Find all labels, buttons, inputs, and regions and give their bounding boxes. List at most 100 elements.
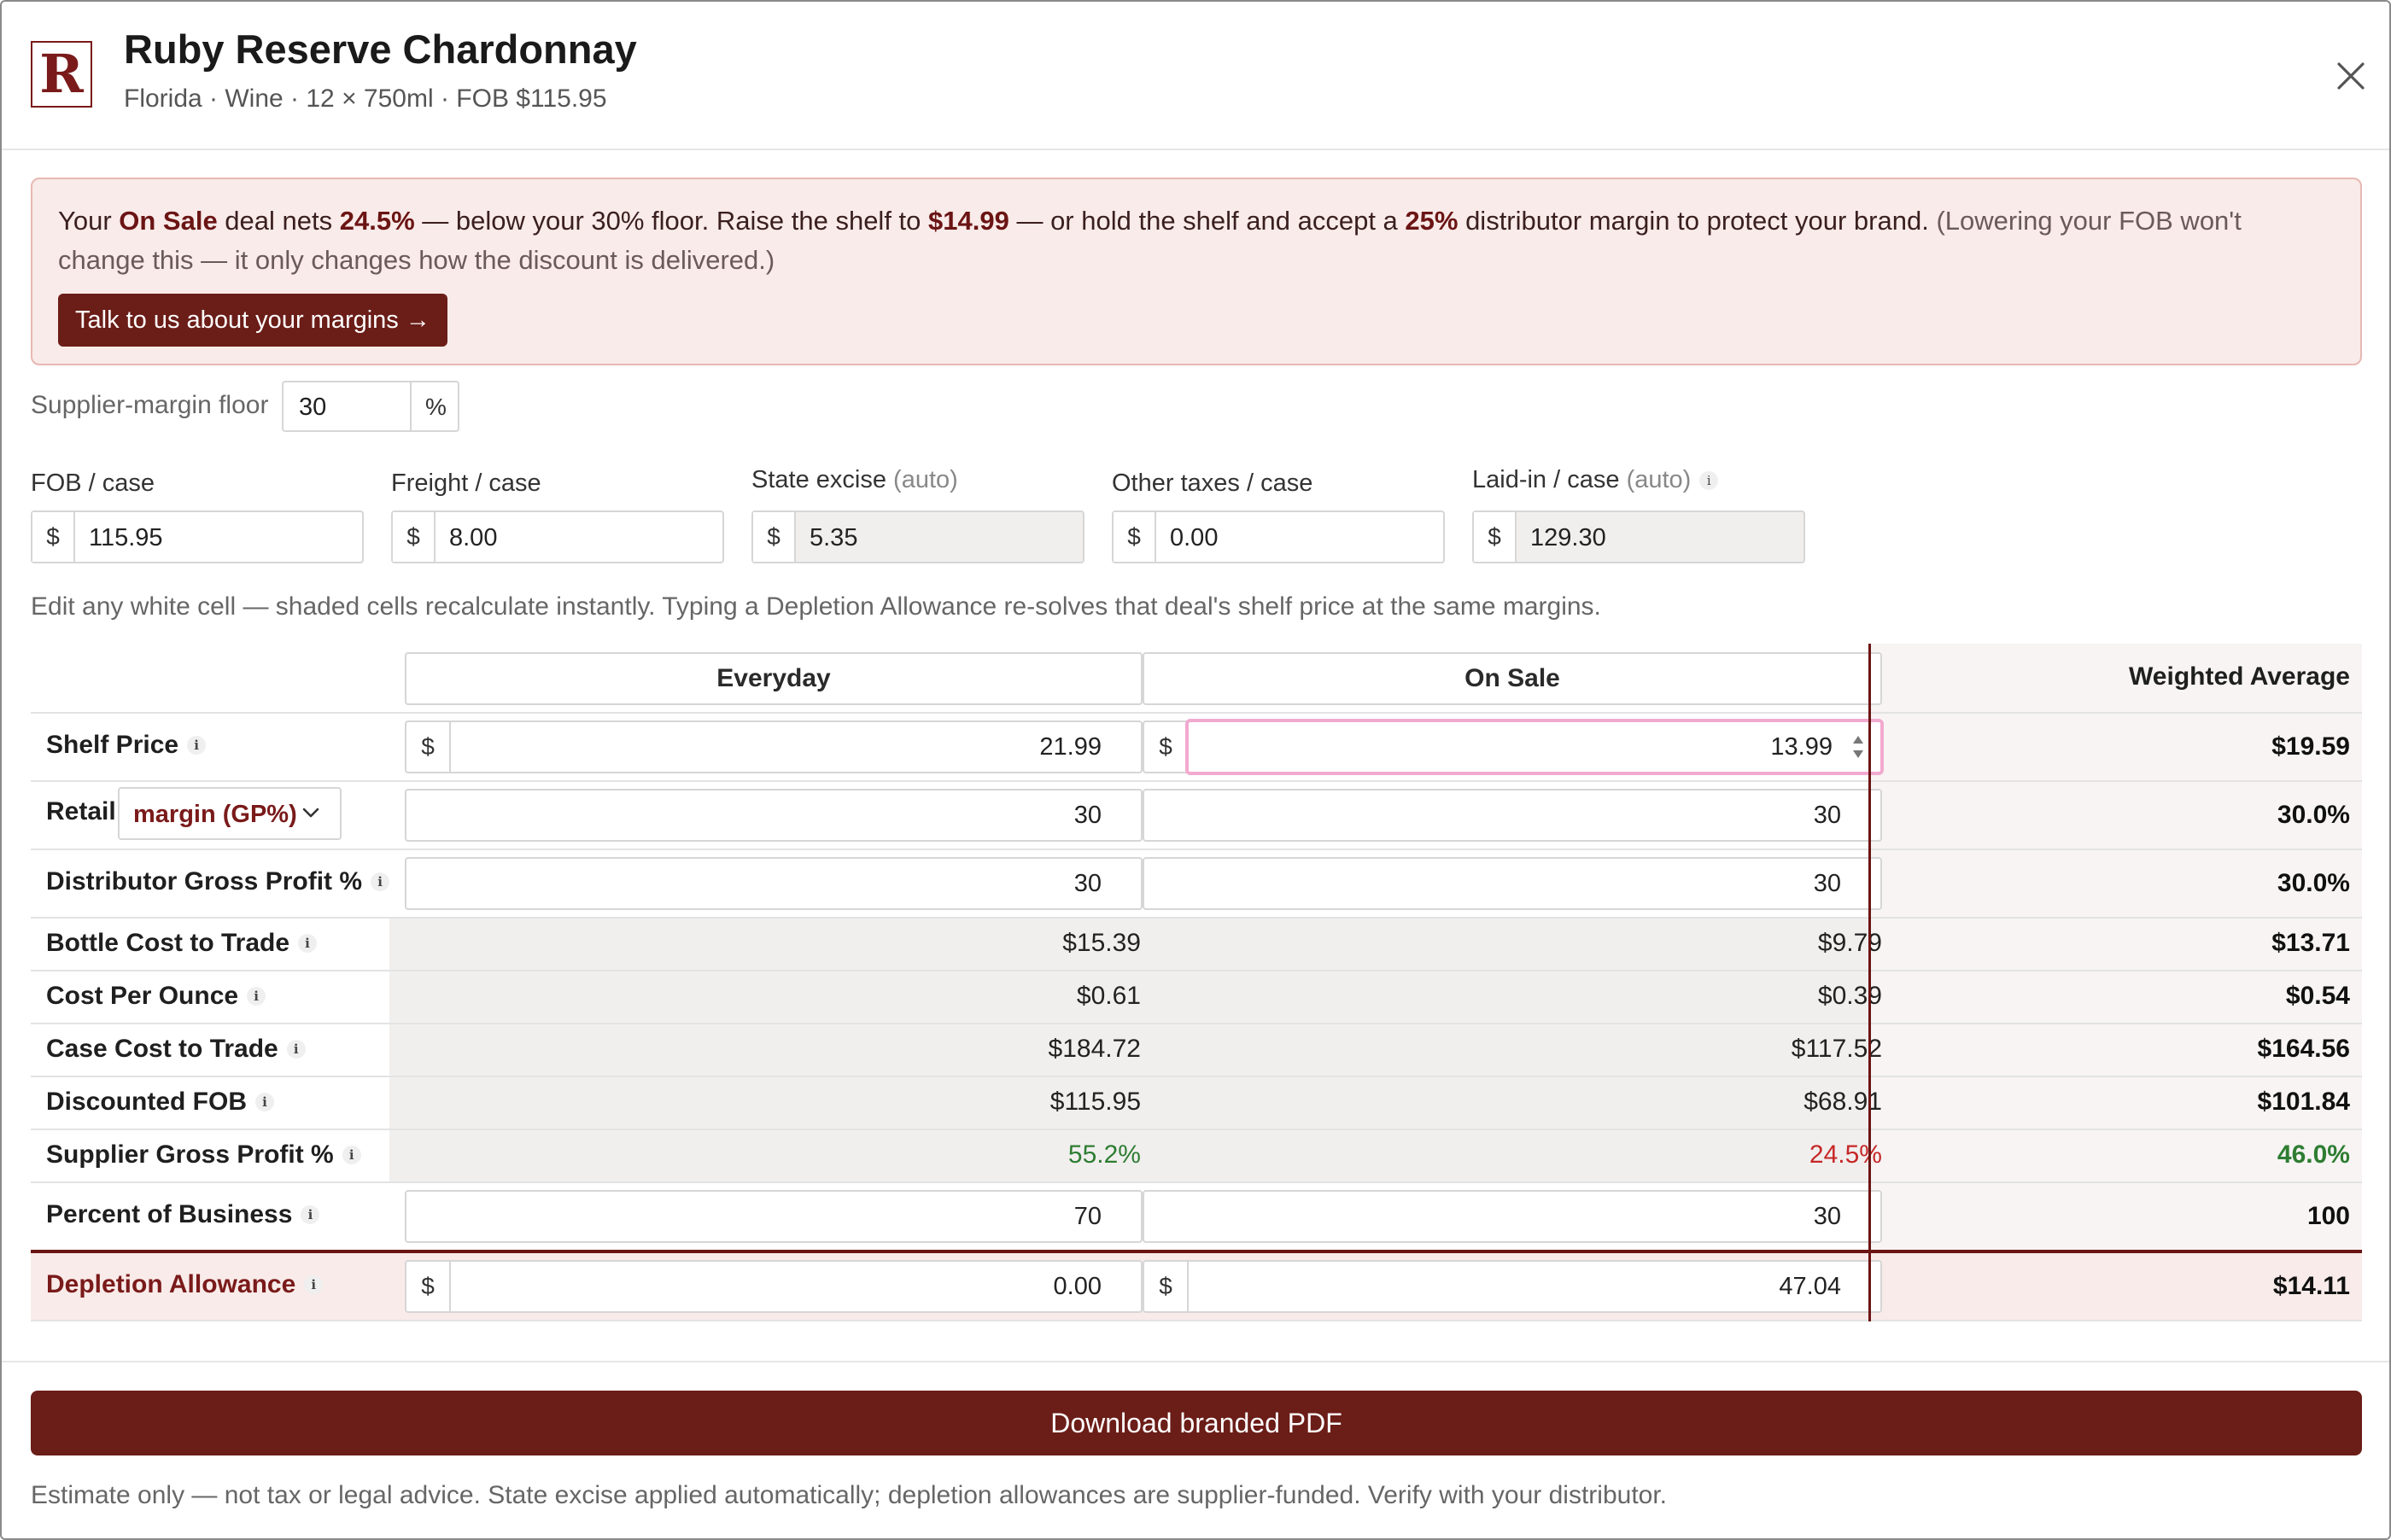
- business-onsale-value[interactable]: 30: [1814, 1203, 1841, 1231]
- fob-everyday: $115.95: [1049, 1088, 1141, 1116]
- bottle-cost-label: Bottle Cost to Trade i: [46, 929, 318, 958]
- talk-margins-button[interactable]: Talk to us about your margins →: [58, 294, 447, 347]
- close-button[interactable]: [2331, 56, 2371, 96]
- depletion-everyday-value[interactable]: 0.00: [1054, 1273, 1102, 1301]
- discounted-fob-info-icon[interactable]: i: [255, 1093, 275, 1111]
- percent-business-info-icon[interactable]: i: [301, 1205, 320, 1224]
- case-everyday: $184.72: [1048, 1035, 1141, 1063]
- laidin-info-icon[interactable]: i: [1699, 471, 1719, 491]
- row-divider: [31, 970, 2362, 971]
- distributor-gp-info-icon[interactable]: i: [371, 872, 390, 891]
- case-cost-info-icon[interactable]: i: [286, 1040, 306, 1059]
- distributor-weighted: 30.0%: [2277, 869, 2350, 897]
- depletion-onsale-value[interactable]: 47.04: [1779, 1273, 1841, 1301]
- supplier-everyday: 55.2%: [1067, 1140, 1141, 1169]
- retail-label: Retail: [46, 797, 116, 825]
- depletion-divider: [31, 1250, 2362, 1253]
- fob-input[interactable]: $ 115.95: [31, 510, 364, 563]
- excise-field: $ 5.35: [751, 510, 1084, 563]
- other-taxes-input[interactable]: $ 0.00: [1112, 510, 1445, 563]
- retail-everyday-value[interactable]: 30: [1074, 802, 1102, 830]
- retail-everyday-input[interactable]: 30: [405, 789, 1143, 842]
- row-divider: [31, 917, 2362, 919]
- business-everyday-input[interactable]: 70: [405, 1190, 1143, 1243]
- freight-value[interactable]: 8.00: [449, 524, 497, 552]
- footer-divider: [2, 1361, 2389, 1362]
- product-subtitle: Florida · Wine · 12 × 750ml · FOB $115.9…: [124, 85, 607, 113]
- row-divider: [31, 1181, 2362, 1183]
- currency-symbol: $: [1144, 1262, 1189, 1311]
- fob-currency: $: [32, 512, 75, 562]
- row-divider: [31, 1076, 2362, 1077]
- business-onsale-input[interactable]: 30: [1143, 1190, 1882, 1243]
- supplier-weighted: 46.0%: [2277, 1140, 2350, 1169]
- pricing-table: Everyday On Sale Weighted Average Shelf …: [31, 644, 2362, 1321]
- close-icon: [2337, 62, 2365, 90]
- supplier-onsale: 24.5%: [1809, 1140, 1882, 1169]
- fob-value[interactable]: 115.95: [89, 524, 163, 552]
- floor-unit: %: [425, 394, 447, 420]
- shelf-price-label: Shelf Price i: [46, 731, 207, 760]
- case-cost-label: Case Cost to Trade i: [46, 1035, 306, 1064]
- shelf-onsale-value[interactable]: 13.99: [1770, 733, 1833, 761]
- retail-mode-select[interactable]: margin (GP%): [118, 787, 342, 840]
- laidin-value: 129.30: [1530, 524, 1606, 551]
- floor-label: Supplier-margin floor: [31, 391, 269, 419]
- depletion-everyday-input[interactable]: $ 0.00: [405, 1260, 1143, 1313]
- retail-mode-value: margin (GP%): [133, 801, 297, 828]
- freight-input[interactable]: $ 8.00: [391, 510, 724, 563]
- distributor-onsale-value[interactable]: 30: [1814, 870, 1841, 898]
- product-title: Ruby Reserve Chardonnay: [124, 26, 637, 72]
- ounce-everyday: $0.61: [1076, 982, 1141, 1010]
- retail-onsale-value[interactable]: 30: [1814, 802, 1841, 830]
- floor-value[interactable]: 30: [299, 394, 326, 422]
- edit-hint: Edit any white cell — shaded cells recal…: [31, 592, 1601, 621]
- shelf-onsale-input[interactable]: $ 13.99: [1143, 719, 1884, 775]
- number-spinner-icon[interactable]: [1851, 732, 1865, 761]
- row-divider: [31, 780, 2362, 782]
- cost-per-ounce-label: Cost Per Ounce i: [46, 982, 266, 1011]
- download-pdf-button[interactable]: Download branded PDF: [31, 1391, 2362, 1455]
- col-everyday-header: Everyday: [405, 652, 1143, 705]
- fob-label: FOB / case: [31, 470, 155, 497]
- shelf-price-info-icon[interactable]: i: [187, 736, 207, 755]
- cost-per-ounce-info-icon[interactable]: i: [247, 987, 266, 1006]
- percent-business-label: Percent of Business i: [46, 1200, 320, 1229]
- header-divider: [2, 149, 2389, 150]
- row-divider: [31, 1129, 2362, 1130]
- chevron-down-icon: [302, 808, 319, 818]
- excise-currency: $: [753, 512, 796, 562]
- bottle-cost-info-icon[interactable]: i: [298, 934, 318, 953]
- case-weighted: $164.56: [2257, 1035, 2350, 1063]
- depletion-info-icon[interactable]: i: [304, 1275, 324, 1294]
- ounce-onsale: $0.39: [1817, 982, 1882, 1010]
- fob-weighted: $101.84: [2257, 1088, 2350, 1116]
- disclaimer: Estimate only — not tax or legal advice.…: [31, 1481, 1668, 1509]
- depletion-onsale-input[interactable]: $ 47.04: [1143, 1260, 1882, 1313]
- shelf-everyday-input[interactable]: $ 21.99: [405, 720, 1143, 773]
- distributor-onsale-input[interactable]: 30: [1143, 857, 1882, 910]
- margin-alert: Your On Sale deal nets 24.5% — below you…: [31, 178, 2362, 365]
- calculator-dialog: R Ruby Reserve Chardonnay Florida · Wine…: [0, 0, 2391, 1540]
- col-onsale-header: On Sale: [1143, 652, 1882, 705]
- retail-weighted: 30.0%: [2277, 801, 2350, 829]
- other-taxes-value[interactable]: 0.00: [1170, 524, 1218, 552]
- shelf-everyday-value[interactable]: 21.99: [1039, 733, 1102, 761]
- currency-symbol: $: [1144, 722, 1189, 772]
- shelf-weighted: $19.59: [2271, 732, 2350, 761]
- supplier-gp-info-icon[interactable]: i: [342, 1146, 361, 1164]
- distributor-everyday-input[interactable]: 30: [405, 857, 1143, 910]
- business-everyday-value[interactable]: 70: [1074, 1203, 1102, 1231]
- floor-divider: [410, 382, 412, 430]
- excise-label: State excise (auto): [751, 466, 958, 493]
- floor-input[interactable]: 30 %: [282, 381, 459, 432]
- brand-logo: R: [31, 41, 92, 108]
- row-divider: [31, 1320, 2362, 1321]
- excise-value: 5.35: [810, 524, 858, 551]
- laidin-currency: $: [1474, 512, 1517, 562]
- row-divider: [31, 712, 2362, 714]
- distributor-everyday-value[interactable]: 30: [1074, 870, 1102, 898]
- currency-symbol: $: [406, 1262, 451, 1311]
- alert-message: Your On Sale deal nets 24.5% — below you…: [58, 206, 2242, 275]
- retail-onsale-input[interactable]: 30: [1143, 789, 1882, 842]
